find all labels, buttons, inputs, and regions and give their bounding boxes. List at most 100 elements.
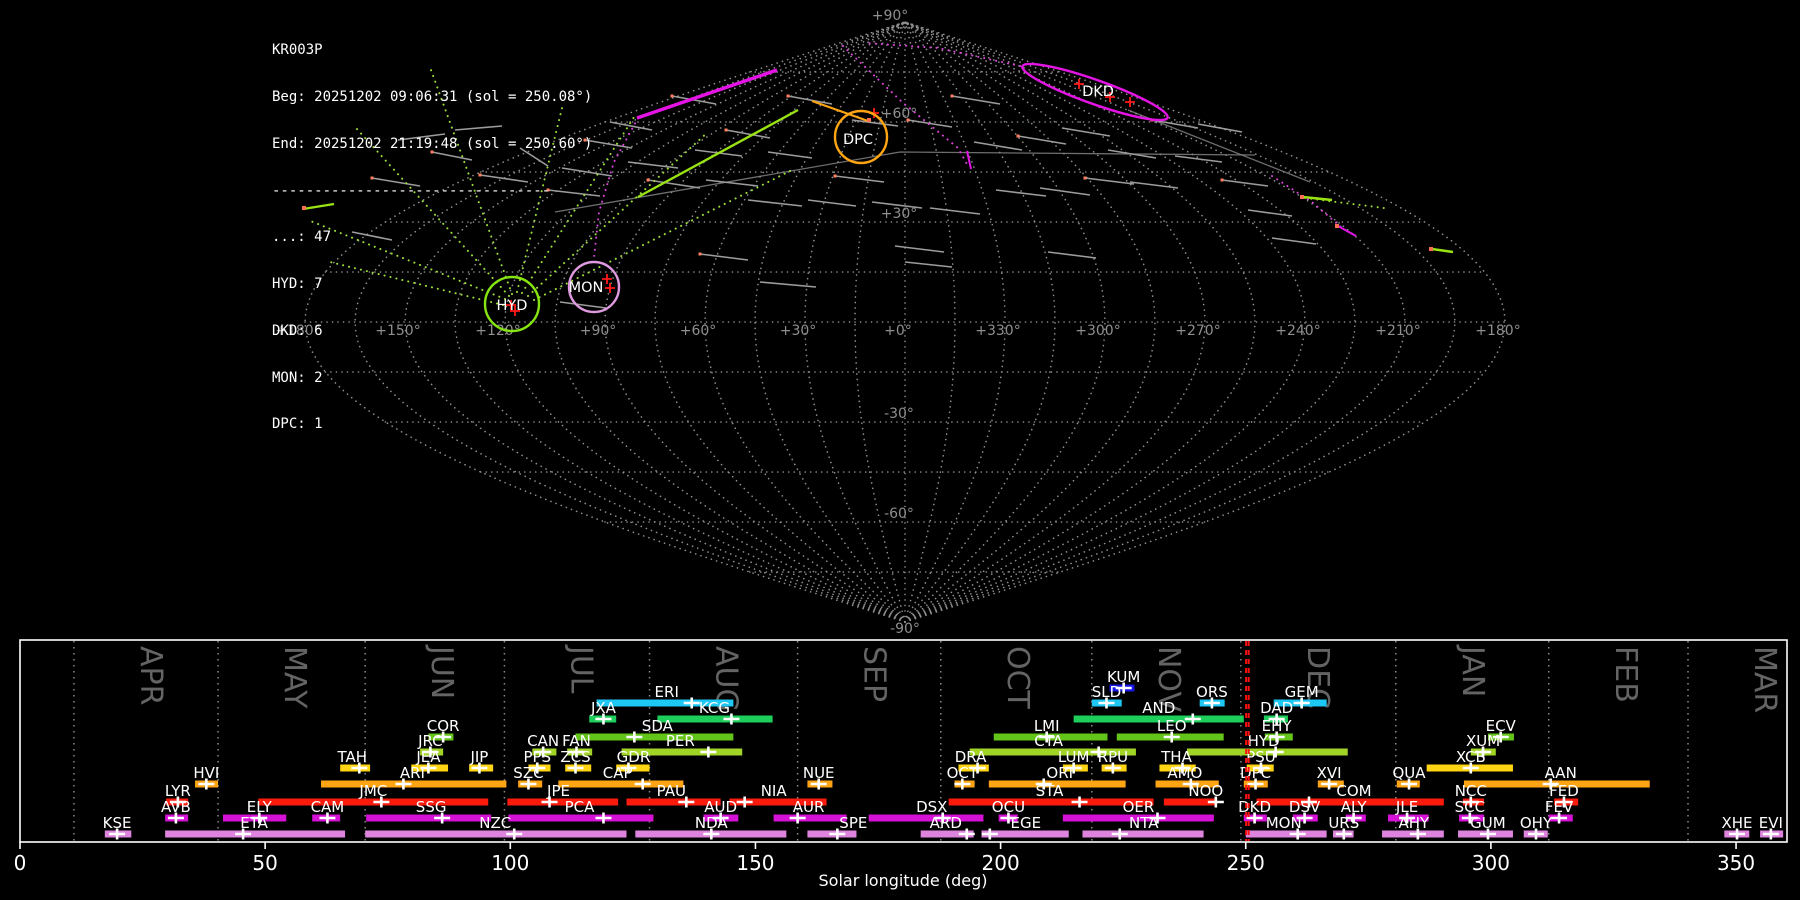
shower-code-label: KSE	[103, 814, 132, 832]
x-axis-title: Solar longitude (deg)	[819, 871, 988, 890]
trail-begin-tick	[1335, 224, 1339, 228]
lon-label: +330°	[975, 323, 1020, 339]
shower-code-label: OHY	[1520, 814, 1553, 832]
trail-begin-tick	[1083, 176, 1087, 180]
peak-marker	[1071, 796, 1088, 808]
shower-code-label: AND	[1142, 699, 1175, 717]
sporadic-trail	[1039, 187, 1091, 196]
sporadic-trail	[747, 199, 803, 207]
shower-code-label: MON	[1266, 814, 1302, 832]
shower-tah: TAH	[337, 748, 371, 774]
peak-marker	[595, 812, 612, 824]
shower-xhe: XHE	[1722, 814, 1753, 840]
lon-label: +240°	[1275, 323, 1320, 339]
sporadic-trail	[1047, 251, 1097, 259]
lon-label: +60°	[680, 323, 717, 339]
peak-marker	[981, 828, 998, 840]
sporadic-trail	[767, 151, 813, 159]
shower-code-label: SLD	[1092, 683, 1121, 701]
shower-code-label: OCT	[947, 764, 979, 782]
shower-cam: CAM	[311, 798, 345, 824]
begin-line: Beg: 20251202 09:06:31 (sol = 250.08°)	[272, 88, 593, 105]
x-tick-label: 300	[1472, 851, 1510, 875]
radiant-point-marker	[602, 274, 612, 284]
peak-marker	[736, 796, 753, 808]
shower-code-label: XHE	[1722, 814, 1753, 832]
shower-urs: URS	[1328, 814, 1359, 840]
shower-bars: KUMERI SLD ORS GEMJXA KCG AND DADCOR SDA LMI LEO E…	[103, 668, 1784, 840]
sporadic-trail	[1129, 181, 1179, 189]
shower-code-label: QUA	[1392, 764, 1426, 782]
peak-marker	[634, 778, 651, 790]
magenta-trail	[636, 68, 778, 120]
trail-begin-tick	[724, 128, 728, 132]
month-label-sep: SEP	[857, 646, 892, 702]
radiant-point-marker	[1125, 97, 1135, 107]
count-hyd: HYD: 7	[272, 276, 323, 293]
shower-code-label: EGE	[1011, 814, 1042, 832]
shower-code-label: XVI	[1317, 764, 1342, 782]
lat-label: -30°	[884, 406, 914, 422]
month-label-feb: FEB	[1608, 646, 1643, 703]
shower-szc: SZC	[513, 764, 544, 790]
count-dkd: DKD: 6	[272, 322, 323, 339]
trail-begin-tick	[786, 94, 790, 98]
shower-code-label: NDA	[695, 814, 729, 832]
radiant-point-marker	[605, 283, 615, 293]
shower-xcb: XCB	[1426, 748, 1513, 774]
green-trail	[1431, 247, 1454, 254]
month-label-jun: JUN	[424, 644, 459, 699]
shower-code-label: LEO	[1157, 717, 1187, 735]
shower-jxa: JXA	[589, 699, 617, 725]
lon-label: +300°	[1075, 323, 1120, 339]
trail-begin-tick	[670, 94, 674, 98]
shower-code-label: PER	[666, 732, 695, 750]
shower-code-label: TAH	[337, 748, 368, 766]
shower-hvi: HVI	[193, 764, 219, 790]
shower-code-label: AHY	[1398, 814, 1430, 832]
lat-label: +60°	[881, 106, 918, 122]
x-tick-label: 250	[1227, 851, 1265, 875]
x-tick-label: 150	[736, 851, 774, 875]
end-line: End: 20251202 21:19:48 (sol = 250.60°)	[272, 135, 593, 152]
shower-oct: OCT	[947, 764, 979, 790]
shower-evi: EVI	[1759, 814, 1784, 840]
shower-code-label: ETA	[240, 814, 268, 832]
month-label-oct: OCT	[1000, 646, 1035, 710]
shower-code-label: AUR	[793, 798, 825, 816]
shower-code-label: CAM	[311, 798, 345, 816]
peak-marker	[1111, 828, 1128, 840]
sporadic-trail	[1061, 127, 1111, 137]
sporadic-trail	[973, 141, 1023, 151]
peak-marker	[1184, 713, 1201, 725]
shower-code-label: ARD	[930, 814, 962, 832]
trail-begin-tick	[1429, 247, 1433, 251]
trail-begin-tick	[1300, 195, 1304, 199]
meridian	[904, 21, 1506, 623]
magenta-trail	[1337, 225, 1357, 237]
magenta-trail	[966, 150, 972, 170]
trail-begin-tick	[1220, 178, 1224, 182]
shower-code-label: JIP	[469, 748, 488, 766]
station-id: KR003P	[272, 42, 323, 59]
month-label-jan: JAN	[1455, 644, 1490, 697]
lon-label: +270°	[1175, 323, 1220, 339]
shower-ege: EGE	[981, 814, 1069, 840]
x-tick-label: 0	[14, 851, 27, 875]
shower-code-label: NOO	[1188, 782, 1223, 800]
sporadic-trail	[807, 199, 857, 207]
shower-code-label: SPE	[839, 814, 867, 832]
sporadic-trail	[1197, 123, 1243, 133]
shower-code-label: AMO	[1167, 764, 1202, 782]
sporadic-trail	[699, 253, 749, 261]
radiant-label-dkd: DKD	[1082, 84, 1114, 100]
shower-kse: KSE	[103, 814, 132, 840]
meteor-activity-figure: +90° -90° +60° +30° -30° -60° +180° +150° +120° +…	[0, 0, 1800, 900]
shower-code-label: EVI	[1759, 814, 1783, 832]
meridian	[904, 21, 1006, 623]
lon-label: +180°	[1475, 323, 1520, 339]
peak-marker	[626, 731, 643, 743]
separator: ---------------------------------	[272, 182, 551, 199]
sporadic-trail	[904, 261, 953, 268]
shower-rpu: RPU	[1098, 748, 1128, 774]
